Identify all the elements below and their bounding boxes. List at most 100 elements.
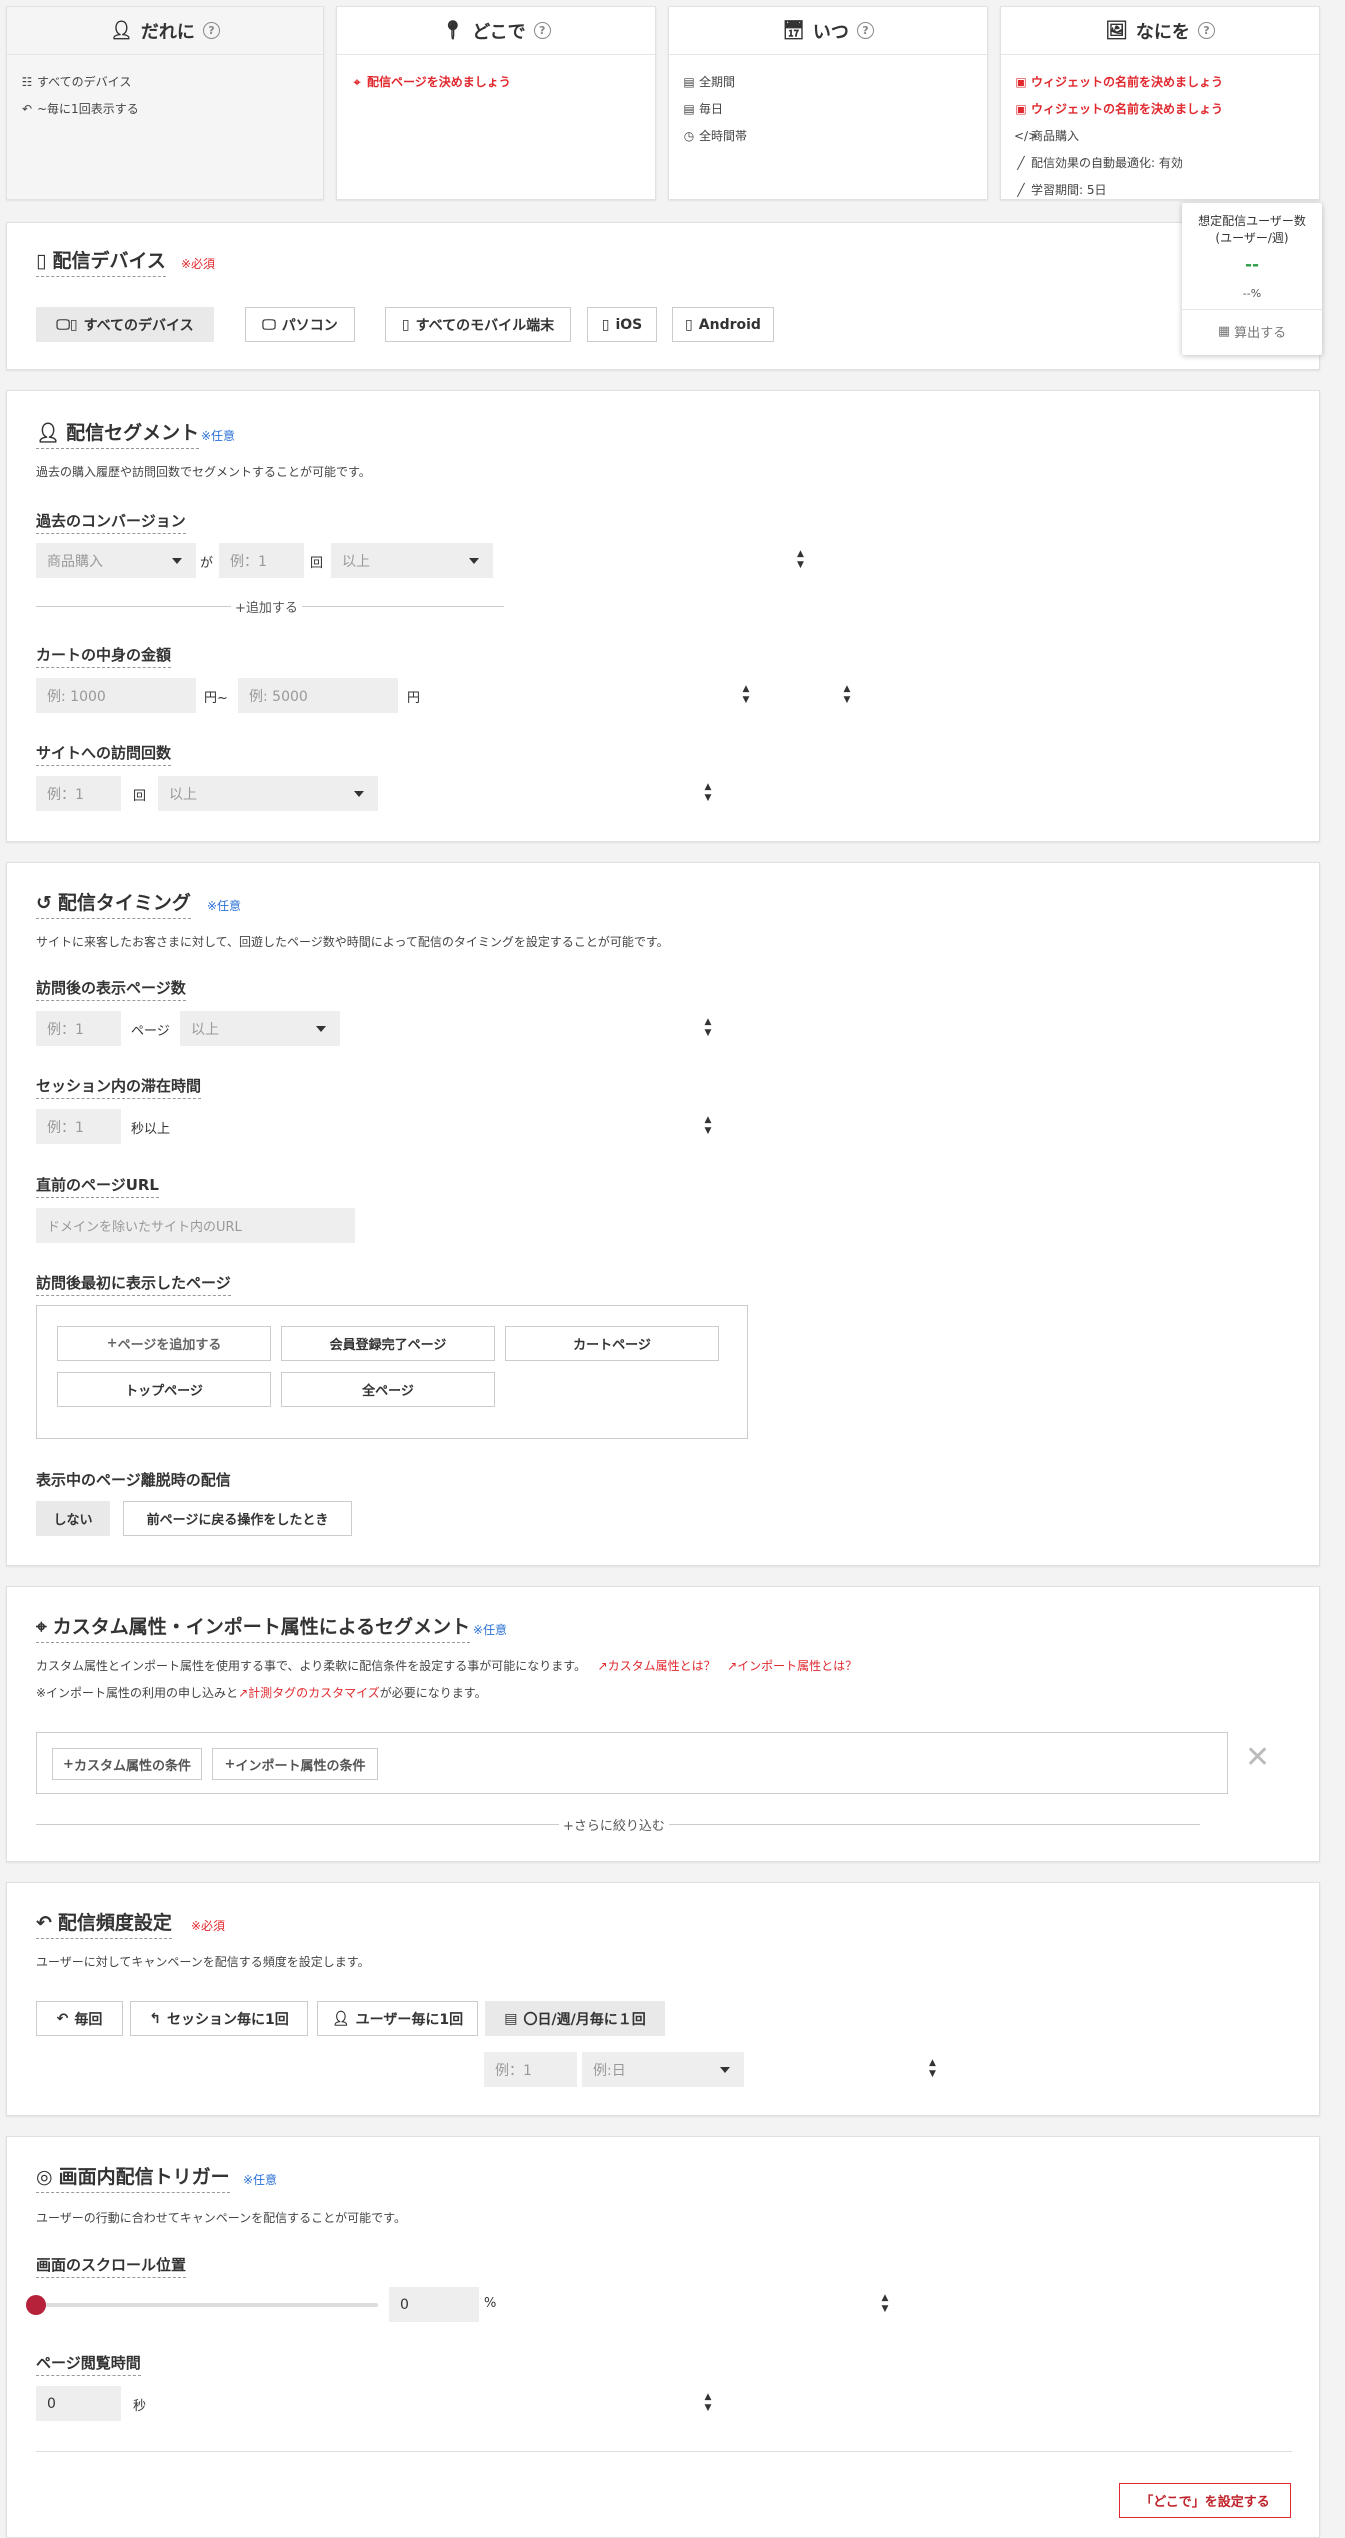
frequency-description: ユーザーに対してキャンペーンを配信する頻度を設定します。 <box>36 1955 370 1969</box>
summary-who-card[interactable]: 👤︎ だれに? ☷ すべてのデバイス ↶ ~毎に1回表示する <box>6 6 324 200</box>
code-icon: </> <box>1014 129 1039 143</box>
summary-where-card[interactable]: 📍︎ どこで? ⌖ 配信ページを決めましょう <box>336 6 656 200</box>
help-icon[interactable]: ? <box>1197 22 1215 39</box>
summary-what-item: 商品購入 <box>1031 129 1080 143</box>
user-icon: 👤︎ <box>110 20 133 41</box>
summary-when-card[interactable]: 📅︎ いつ? ▤ 全期間 ▤ 毎日 ◷ 全時間帯 <box>668 6 988 200</box>
first-page-label: 訪問後最初に表示したページ <box>36 1273 231 1296</box>
chevron-down-icon <box>469 558 479 564</box>
custom-description: カスタム属性とインポート属性を使用する事で、より柔軟に配信条件を設定する事が可能… <box>36 1659 858 1673</box>
prev-url-input[interactable]: ドメインを除いたサイト内のURL <box>36 1208 355 1243</box>
device-section: ▯ 配信デバイス ※必須 🖵︎▯ すべてのデバイス 🖵︎ パソコン ▯ すべてのモバイル… <box>6 222 1320 370</box>
summary-who-item: ~毎に1回表示する <box>37 102 139 116</box>
slider-handle[interactable] <box>26 2295 46 2315</box>
help-icon[interactable]: ? <box>202 22 220 39</box>
reply-all-icon: ↶ <box>21 102 33 116</box>
yen-text: 円 <box>407 691 421 706</box>
image-icon: 🖼︎ <box>1105 20 1128 41</box>
summary-what-item: 学習期間: 5日 <box>1031 183 1107 197</box>
grid-icon: ☷ <box>21 75 33 89</box>
page-top-button[interactable]: トップページ <box>57 1372 271 1407</box>
device-pc-button[interactable]: 🖵︎ パソコン <box>245 307 355 342</box>
custom-attribute-help-link[interactable]: ↗カスタム属性とは？ <box>598 1659 716 1673</box>
desktop-mobile-icon: 🖵︎▯ <box>56 316 78 333</box>
calculate-button[interactable]: ▦ 算出する <box>1182 311 1322 351</box>
add-custom-condition-button[interactable]: + カスタム属性の条件 <box>52 1748 202 1780</box>
visits-compare-select[interactable]: 以上 <box>158 776 378 811</box>
frequency-period-button[interactable]: ▤ 〇日/週/月毎に１回 <box>485 2001 665 2036</box>
exit-back-button[interactable]: 前ページに戻る操作をしたとき <box>123 1501 352 1536</box>
view-time-unit-text: 秒 <box>133 2399 147 2414</box>
pages-unit-text: ページ <box>131 1024 170 1039</box>
add-import-condition-button[interactable]: + インポート属性の条件 <box>212 1748 378 1780</box>
reply-all-icon: ↶ <box>36 1912 52 1934</box>
page-cart-button[interactable]: カートページ <box>505 1326 719 1361</box>
scroll-slider[interactable] <box>26 2295 378 2315</box>
frequency-session-button[interactable]: ↰ セッション毎に1回 <box>130 2001 308 2036</box>
close-icon[interactable]: ✕ <box>1245 1742 1270 1774</box>
estimate-value: -- <box>1244 255 1260 275</box>
stepper-icon[interactable]: ▲ ▼ <box>103 2392 1313 2414</box>
cart-max-input[interactable]: 例: 5000 <box>238 678 398 713</box>
page-member-complete-button[interactable]: 会員登録完了ページ <box>281 1326 495 1361</box>
scroll-label: 画面のスクロール位置 <box>36 2255 187 2278</box>
stepper-icon[interactable]: ▲ ▼ <box>103 1115 1313 1137</box>
summary-what-title: なにを <box>1135 21 1190 43</box>
visits-label: サイトへの訪問回数 <box>36 743 172 766</box>
device-android-button[interactable]: ▯ Android <box>672 307 774 342</box>
exit-label: 表示中のページ離脱時の配信 <box>36 1471 231 1489</box>
timing-section: ↺ 配信タイミング ※任意 サイトに来客したお客さまに対して、回遊したページ数や時… <box>6 862 1320 1566</box>
device-ios-button[interactable]: ▯ iOS <box>587 307 657 342</box>
page-all-button[interactable]: 全ページ <box>281 1372 495 1407</box>
trigger-description: ユーザーの行動に合わせてキャンペーンを配信することが可能です。 <box>36 2211 406 2225</box>
chevron-down-icon <box>316 1026 326 1032</box>
segment-section-title: 👤︎ 配信セグメント <box>36 421 200 449</box>
reply-icon: ↰ <box>149 2010 161 2027</box>
help-icon[interactable]: ? <box>856 22 874 39</box>
narrow-down-link[interactable]: +さらに絞り込む <box>559 1815 669 1834</box>
tag-customize-link[interactable]: ↗計測タグのカスタマイズ <box>238 1686 380 1700</box>
help-icon[interactable]: ? <box>533 22 551 39</box>
crosshairs-icon: ⌖ <box>36 1616 47 1638</box>
mobile-icon: ▯ <box>601 316 610 333</box>
map-marker-icon: ⌖ <box>353 75 361 89</box>
optional-tag: ※任意 <box>243 2173 278 2187</box>
frequency-every-button[interactable]: ↶ 毎回 <box>36 2001 123 2036</box>
trigger-section-title: ◎ 画面内配信トリガー <box>36 2165 230 2193</box>
frequency-period-select[interactable]: 例:日 <box>582 2052 744 2087</box>
clock-icon: ◷ <box>683 129 695 143</box>
summary-what-card[interactable]: 🖼︎ なにを? ▣ ウィジェットの名前を決めましょう ▣ ウィジェットの名前を決めまし… <box>1000 6 1320 200</box>
add-page-button[interactable]: + ページを追加する <box>57 1326 271 1361</box>
conversion-label: 過去のコンバージョン <box>36 511 186 534</box>
user-icon: 👤︎ <box>331 2010 350 2027</box>
add-condition-link[interactable]: +追加する <box>231 597 302 616</box>
estimate-percent: --% <box>1242 287 1262 300</box>
stepper-icon[interactable]: ▲ ▼ <box>457 2293 1313 2315</box>
summary-when-item: 全期間 <box>699 75 736 89</box>
chevron-down-icon <box>720 2067 730 2073</box>
calendar-icon: ▤ <box>683 75 695 89</box>
calculator-icon: ▦ <box>1217 323 1231 339</box>
set-where-button[interactable]: 「どこで」を設定する <box>1119 2483 1291 2518</box>
exit-none-button[interactable]: しない <box>36 1501 110 1536</box>
plus-icon: + <box>106 1336 118 1351</box>
optional-tag: ※任意 <box>201 429 236 443</box>
optional-tag: ※任意 <box>207 899 242 913</box>
optional-tag: ※任意 <box>473 1623 508 1637</box>
cart-min-input[interactable]: 例: 1000 <box>36 678 196 713</box>
pages-compare-select[interactable]: 以上 <box>180 1011 340 1046</box>
estimate-panel: 想定配信ユーザー数 (ユーザー/週) -- --% ▦ 算出する <box>1182 203 1322 355</box>
custom-section-title: ⌖ カスタム属性・インポート属性によるセグメント <box>36 1615 471 1643</box>
conversion-compare-select[interactable]: 以上 <box>331 543 493 578</box>
conversion-select[interactable]: 商品購入 <box>36 543 196 578</box>
device-mobile-button[interactable]: ▯ すべてのモバイル端末 <box>385 307 571 342</box>
history-icon: ↺ <box>36 892 52 914</box>
map-marker-icon: 📍︎ <box>441 20 465 41</box>
timing-section-title: ↺ 配信タイミング <box>36 891 191 919</box>
mobile-icon: ▯ <box>36 250 47 272</box>
device-all-button[interactable]: 🖵︎▯ すべてのデバイス <box>36 307 214 342</box>
summary-where-title: どこで <box>472 21 526 43</box>
import-attribute-help-link[interactable]: ↗インポート属性とは？ <box>727 1659 857 1673</box>
frequency-user-button[interactable]: 👤︎ ユーザー毎に1回 <box>317 2001 478 2036</box>
stepper-icon[interactable]: ▲ ▼ <box>381 684 1313 706</box>
